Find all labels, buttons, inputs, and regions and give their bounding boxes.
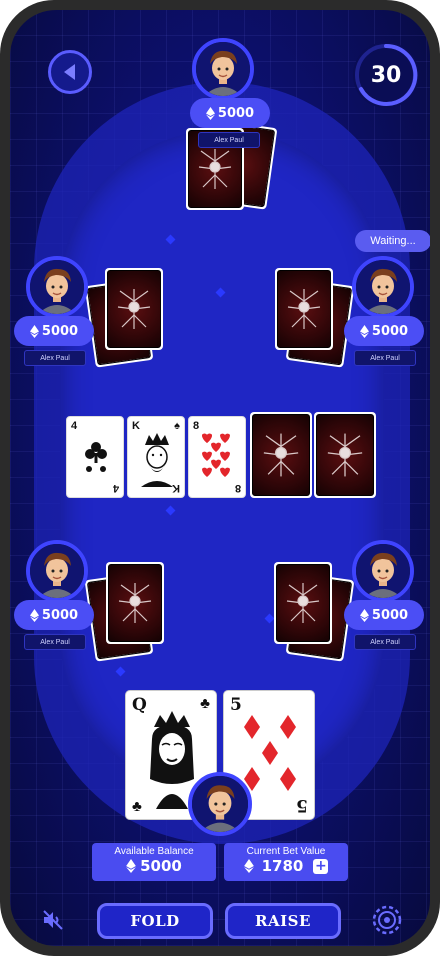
ethereum-icon bbox=[29, 324, 39, 338]
ethereum-icon bbox=[243, 859, 254, 873]
player-card-back bbox=[274, 562, 332, 644]
player-seat-low-left[interactable]: 5000 Alex Paul bbox=[14, 540, 106, 660]
player-balance-badge: 5000 bbox=[344, 316, 424, 346]
player-balance: 5000 bbox=[371, 323, 409, 339]
available-balance-panel: Available Balance 5000 bbox=[92, 843, 216, 881]
player-balance-badge: 5000 bbox=[14, 316, 94, 346]
available-balance-value: 5000 bbox=[140, 857, 182, 875]
current-bet-panel: Current Bet Value 1780 + bbox=[224, 843, 348, 881]
diamonds-icon bbox=[244, 715, 296, 791]
player-card-back bbox=[275, 268, 333, 350]
player-balance: 5000 bbox=[41, 323, 79, 339]
player-balance: 5000 bbox=[217, 105, 255, 121]
current-bet-value: 1780 bbox=[261, 857, 304, 875]
player-name: Alex Paul bbox=[24, 350, 86, 366]
player-avatar bbox=[352, 540, 414, 602]
community-card: 4 4 bbox=[66, 416, 124, 498]
speaker-mute-icon bbox=[43, 910, 63, 930]
clubs-icon bbox=[85, 442, 107, 472]
player-seat-top[interactable]: 5000 Alex Paul bbox=[180, 38, 272, 158]
hearts-icon bbox=[202, 433, 230, 477]
current-user-avatar bbox=[188, 772, 252, 836]
player-card-back bbox=[106, 562, 164, 644]
player-name: Alex Paul bbox=[198, 132, 260, 148]
community-card: 8 8 bbox=[188, 416, 246, 498]
timer-seconds: 30 bbox=[370, 62, 402, 88]
raise-button[interactable]: RAISE bbox=[225, 903, 341, 939]
ethereum-icon bbox=[359, 324, 369, 338]
ethereum-icon bbox=[29, 608, 39, 622]
player-seat-mid-right[interactable]: 5000 Alex Paul bbox=[342, 256, 430, 376]
ethereum-icon bbox=[359, 608, 369, 622]
player-avatar bbox=[192, 38, 254, 100]
player-balance-badge: 5000 bbox=[14, 600, 94, 630]
player-balance: 5000 bbox=[41, 607, 79, 623]
back-button[interactable] bbox=[48, 50, 92, 94]
back-arrow-icon bbox=[64, 64, 75, 80]
player-avatar bbox=[26, 540, 88, 602]
player-seat-low-right[interactable]: 5000 Alex Paul bbox=[342, 540, 430, 660]
community-card-face-down bbox=[314, 412, 376, 498]
current-bet-label: Current Bet Value bbox=[246, 846, 326, 857]
game-screen: 30 5000 Alex Paul Waiting... 5000 Alex P… bbox=[10, 10, 430, 946]
available-balance-value-row: 5000 bbox=[92, 857, 216, 875]
player-balance: 5000 bbox=[371, 607, 409, 623]
community-card-face-down bbox=[250, 412, 312, 498]
device-frame: 30 5000 Alex Paul Waiting... 5000 Alex P… bbox=[0, 0, 440, 956]
player-seat-mid-left[interactable]: 5000 Alex Paul bbox=[14, 256, 106, 376]
player-card-back bbox=[105, 268, 163, 350]
fold-button[interactable]: FOLD bbox=[97, 903, 213, 939]
settings-button[interactable] bbox=[370, 903, 404, 937]
turn-timer: 30 bbox=[353, 42, 419, 108]
ethereum-icon bbox=[205, 106, 215, 120]
player-name: Alex Paul bbox=[354, 634, 416, 650]
player-name: Alex Paul bbox=[24, 634, 86, 650]
player-balance-badge: 5000 bbox=[344, 600, 424, 630]
current-bet-value-row: 1780 + bbox=[224, 857, 348, 875]
king-face-icon bbox=[141, 433, 173, 487]
community-card: K ♠ K bbox=[127, 416, 185, 498]
increase-bet-plus-icon[interactable]: + bbox=[313, 858, 329, 874]
ethereum-icon bbox=[126, 859, 136, 873]
chip-settings-icon bbox=[372, 905, 402, 935]
waiting-status-badge: Waiting... bbox=[355, 230, 430, 252]
available-balance-label: Available Balance bbox=[114, 846, 194, 857]
player-balance-badge: 5000 bbox=[190, 98, 270, 128]
player-avatar bbox=[352, 256, 414, 318]
player-name: Alex Paul bbox=[354, 350, 416, 366]
player-avatar bbox=[26, 256, 88, 318]
mute-button[interactable] bbox=[36, 903, 70, 937]
